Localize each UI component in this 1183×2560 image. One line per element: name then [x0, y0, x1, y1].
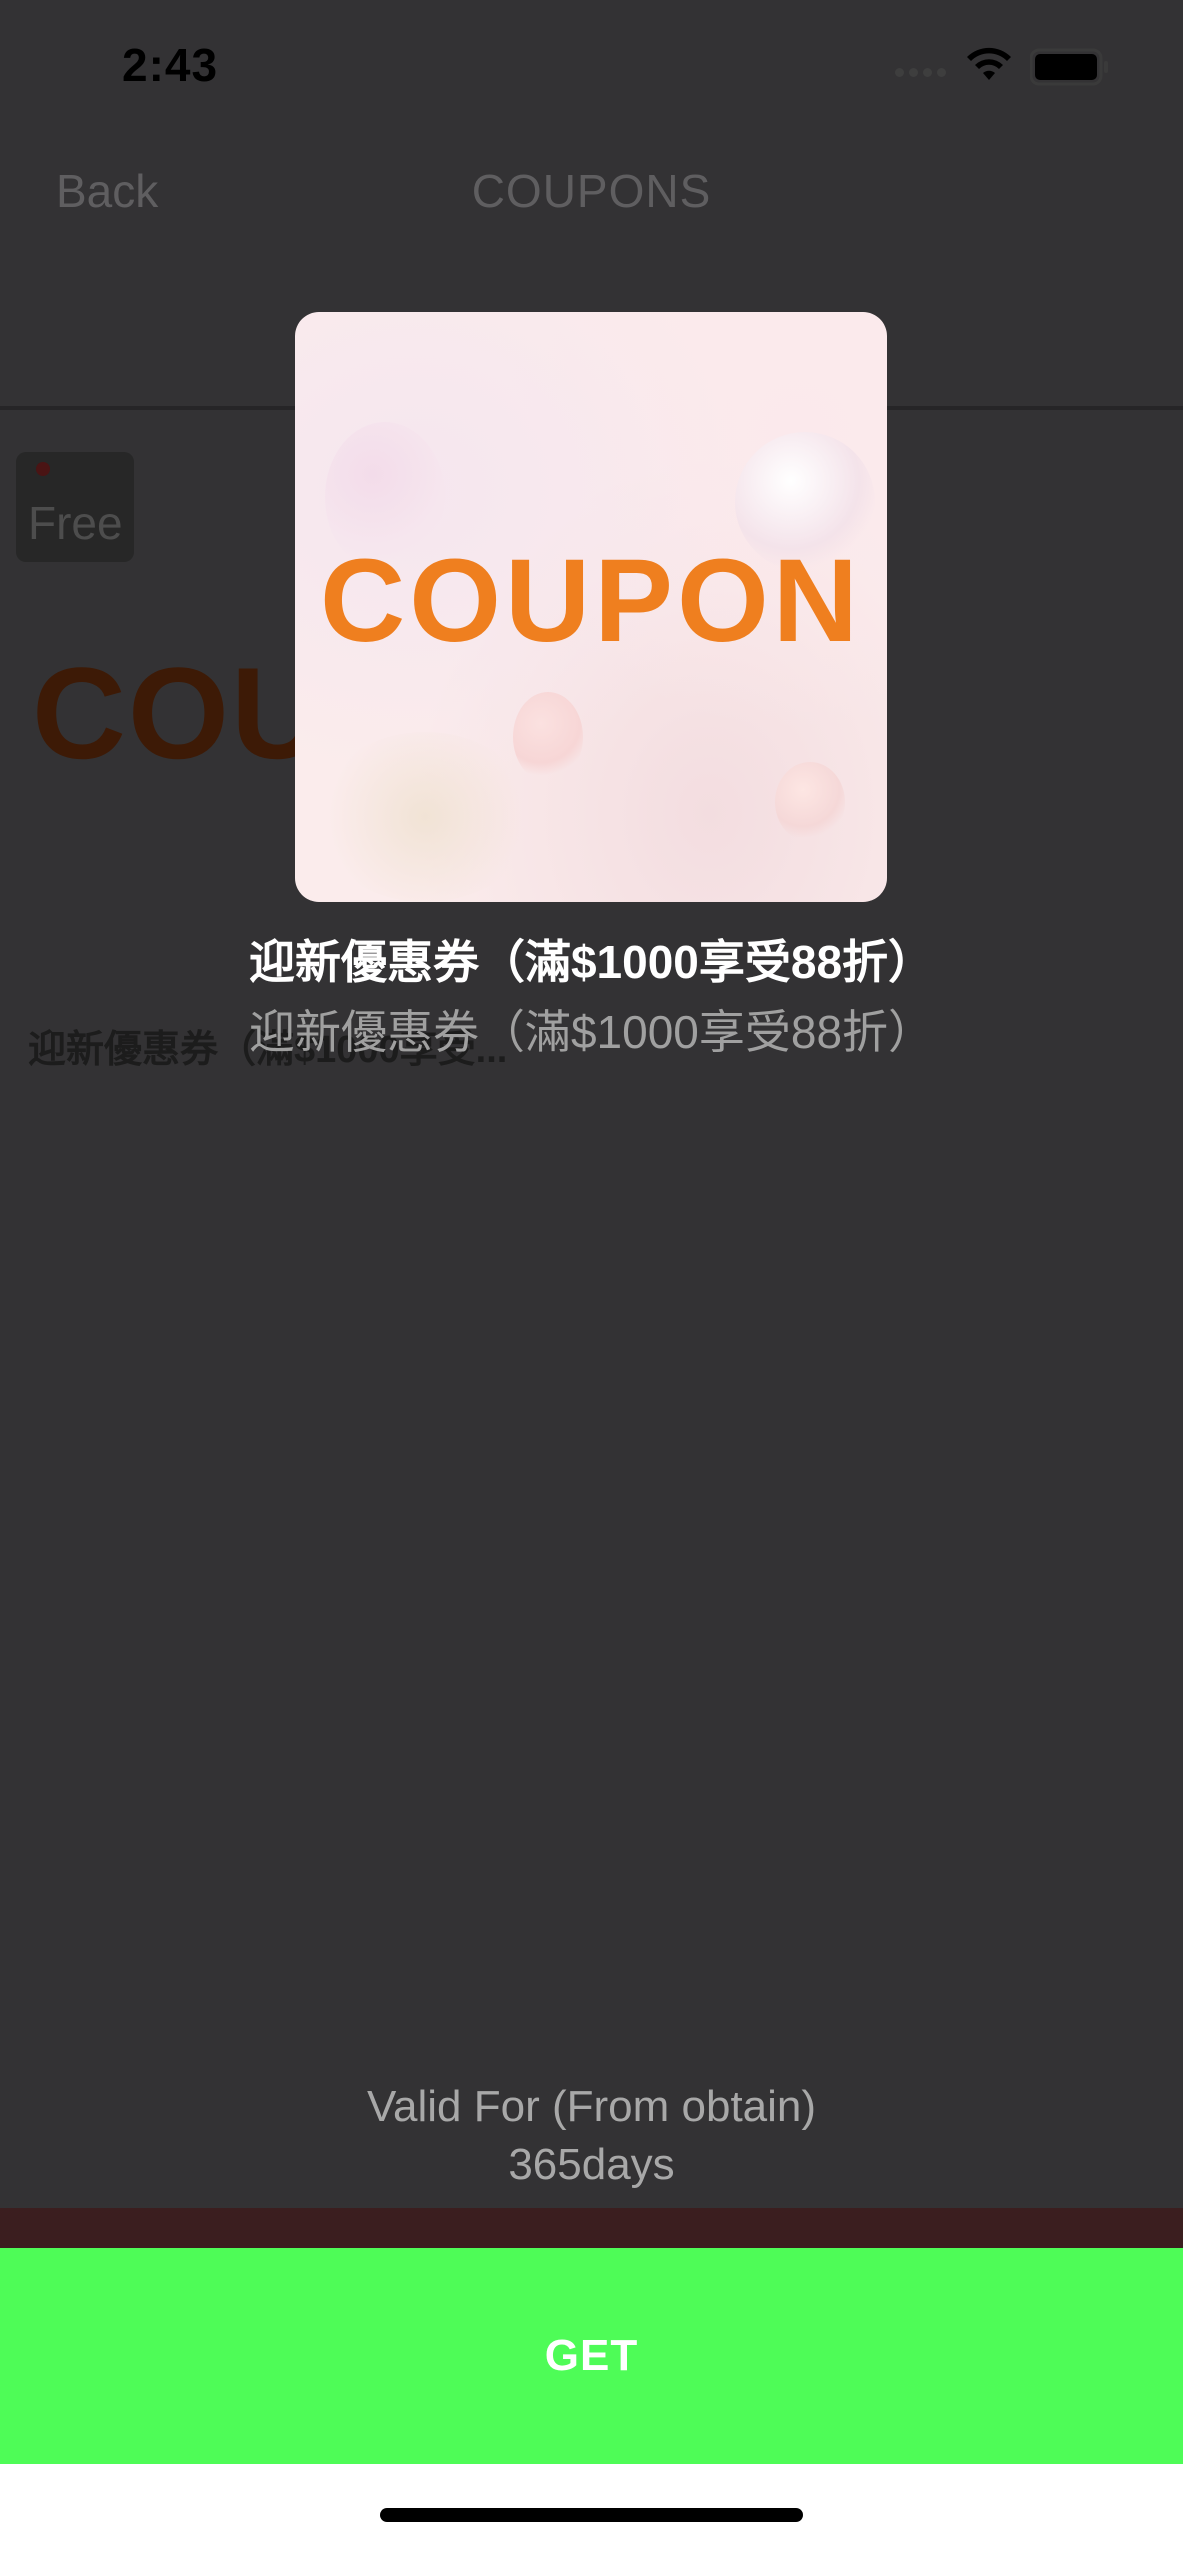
status-time: 2:43	[122, 39, 219, 91]
validity-label: Valid For (From obtain)	[366, 2082, 817, 2131]
coupon-card-logo: COU	[32, 640, 327, 786]
coupon-description: 迎新優惠券（滿$1000享受88折）	[248, 1006, 935, 1058]
wifi-icon	[967, 47, 1011, 80]
validity-value: 365days	[508, 2140, 675, 2189]
free-badge-label: Free	[28, 497, 123, 549]
battery-icon	[1030, 48, 1108, 86]
bubble-decoration	[513, 692, 583, 782]
free-badge: Free	[16, 452, 134, 562]
divider-strip	[0, 2208, 1183, 2248]
coupon-title: 迎新優惠券（滿$1000享受88折）	[248, 936, 935, 988]
bubble-decoration	[315, 732, 535, 902]
status-bar: 2:43	[0, 0, 1183, 130]
home-indicator[interactable]	[380, 2508, 803, 2522]
page-title: COUPONS	[471, 165, 712, 217]
coupon-logo-text: COUPON	[320, 535, 862, 667]
badge-dot-icon	[36, 462, 50, 476]
bubble-decoration	[775, 762, 845, 842]
coupon-image: COUPON	[295, 312, 887, 902]
get-button[interactable]: GET	[0, 2248, 1183, 2464]
home-indicator-area	[0, 2464, 1183, 2560]
signal-dots-icon	[895, 64, 955, 78]
